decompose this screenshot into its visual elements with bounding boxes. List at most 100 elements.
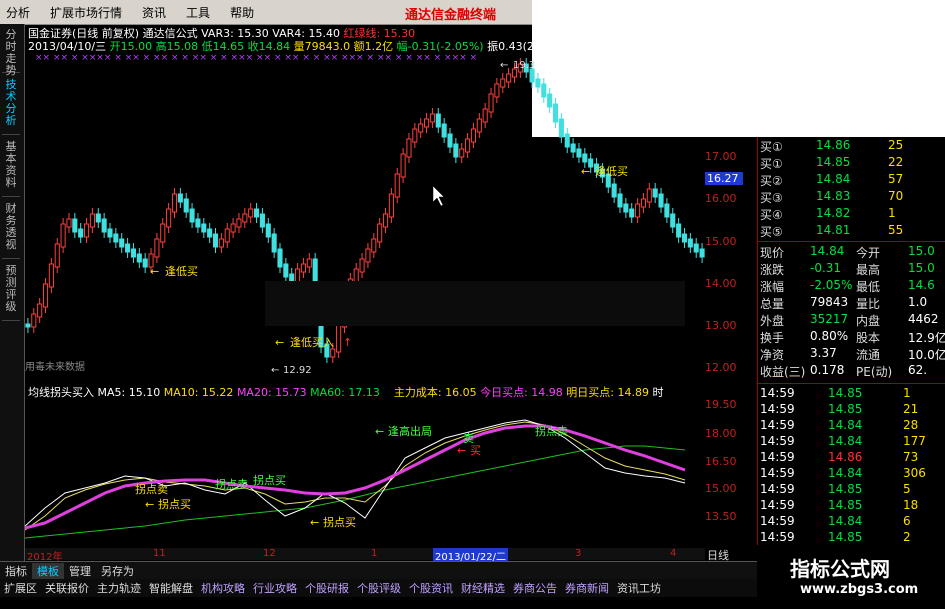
func-finance-picks[interactable]: 财经精选	[457, 580, 509, 596]
menu-tools[interactable]: 工具	[180, 4, 224, 21]
turn-sell-label-1: 拐点卖	[135, 482, 168, 496]
candle-body	[676, 223, 682, 238]
tick-price: 14.84	[828, 434, 863, 448]
ind-axis-1350: 13.50	[705, 510, 737, 523]
func-broker-news[interactable]: 券商新闻	[561, 580, 613, 596]
menu-analysis[interactable]: 分析	[0, 4, 44, 21]
order-book-row: 买② 14.84 57	[758, 172, 945, 188]
candle-body	[154, 238, 160, 258]
candle-body	[300, 263, 306, 273]
tab-intraday[interactable]: 分时走势	[2, 26, 20, 77]
stats-row: 涨幅 -2.05% 最低 14.6	[758, 278, 945, 294]
svg-text:←: ←	[145, 498, 154, 511]
candle-body	[42, 283, 49, 308]
stats-row: 外盘 35217 内盘 4462	[758, 312, 945, 328]
tab-fundamentals[interactable]: 基本资料	[2, 138, 20, 197]
candle-body	[183, 198, 189, 213]
order-book-row: 买⑤ 14.81 55	[758, 223, 945, 239]
menu-extended-market[interactable]: 扩展市场行情	[44, 4, 136, 21]
left-tab-bar: 分时走势 技术分析 基本资料 财务透视 预测评级	[0, 24, 25, 561]
candle-body	[66, 218, 72, 228]
tick-time: 14:59	[760, 514, 795, 528]
func-extension[interactable]: 扩展区	[0, 580, 41, 596]
candle-body	[693, 243, 699, 253]
candle-body	[259, 213, 265, 228]
candle-body	[617, 193, 623, 208]
func-industry[interactable]: 行业攻略	[249, 580, 301, 596]
tick-row: 14:59 14.85 1	[758, 386, 945, 402]
order-price: 14.86	[816, 138, 851, 152]
candle-body	[84, 223, 90, 238]
tab-rating[interactable]: 预测评级	[2, 262, 20, 321]
order-level-label: 买③	[760, 191, 783, 205]
func-stock-news[interactable]: 个股资讯	[405, 580, 457, 596]
svg-text:×× ×× × ×××× × ×× × ××: ×× ×× × ×××× × ×× × ×× × × ×× × × ××× ××…	[35, 53, 477, 63]
candle-body	[646, 188, 652, 203]
tick-time: 14:59	[760, 434, 795, 448]
price-axis-14: 14.00	[705, 277, 737, 290]
menu-news[interactable]: 资讯	[136, 4, 180, 21]
order-level-label: 买④	[760, 208, 783, 222]
tab-technical[interactable]: 技术分析	[2, 76, 20, 135]
candle-body	[125, 243, 131, 253]
tab-template[interactable]: 模板	[32, 562, 64, 579]
candle-body	[113, 233, 119, 243]
candle-body	[365, 248, 371, 263]
func-stock-report[interactable]: 个股研报	[301, 580, 353, 596]
candle-body	[166, 208, 172, 228]
func-related-quote[interactable]: 关联报价	[41, 580, 93, 596]
candle-body	[201, 223, 207, 233]
candle-body	[218, 238, 224, 248]
func-smart-analysis[interactable]: 智能解盘	[145, 580, 197, 596]
ind-axis-1800: 18.00	[705, 427, 737, 440]
candle-body	[623, 203, 629, 213]
func-stock-rating[interactable]: 个股评级	[353, 580, 405, 596]
tab-manage[interactable]: 管理	[64, 563, 96, 579]
tab-indicator[interactable]: 指标	[0, 563, 32, 579]
tick-volume: 73	[903, 450, 919, 464]
turn-buy-label-3: 拐点买	[323, 515, 356, 529]
func-institution[interactable]: 机构攻略	[197, 580, 249, 596]
date-tick-4: 4	[670, 548, 677, 559]
buy-label-3: 逢低买	[595, 165, 628, 178]
func-info-workshop[interactable]: 资讯工坊	[613, 580, 665, 596]
tick-time: 14:59	[760, 466, 795, 480]
stat-value: 0.178	[810, 363, 845, 377]
stat-value: 15.0	[908, 261, 935, 275]
svg-text:←: ←	[500, 60, 508, 71]
tick-row: 14:59 14.85 2	[758, 530, 945, 546]
stats-row: 现价 14.84 今开 15.0	[758, 244, 945, 260]
stats-row: 涨跌 -0.31 最高 15.0	[758, 261, 945, 277]
candle-body	[635, 203, 641, 218]
brand-title: 通达信金融终端	[405, 8, 497, 23]
candle-body	[406, 138, 412, 158]
candle-body	[236, 218, 242, 228]
stat-value: 1.0	[908, 295, 928, 309]
candle-body	[435, 113, 441, 128]
order-level-label: 买②	[760, 174, 783, 188]
candle-body	[37, 303, 43, 318]
candle-body	[482, 108, 488, 123]
candle-body	[558, 118, 564, 138]
candle-body	[212, 233, 219, 248]
tick-row: 14:59 14.84 28	[758, 418, 945, 434]
candle-body	[107, 228, 113, 238]
order-volume: 1	[888, 206, 896, 220]
stat-label: 今开	[856, 246, 881, 260]
bottom-tab-bar: 指标 模板 管理 另存为	[0, 561, 757, 579]
stat-value: 14.84	[810, 244, 845, 258]
func-broker-notice[interactable]: 券商公告	[509, 580, 561, 596]
tick-volume: 2	[903, 530, 911, 544]
candle-body	[670, 213, 676, 228]
ma-indicator-chart[interactable]: ← 逢高出局 卖 ← 买 拐点卖 拐点卖 ← 拐点买 拐点卖 拐点买 ← 拐点买	[25, 398, 705, 548]
tab-save-as[interactable]: 另存为	[96, 563, 139, 579]
stat-label: 最高	[856, 263, 881, 277]
stat-value: 3.37	[810, 346, 837, 360]
price-axis-13: 13.00	[705, 319, 737, 332]
tab-finance[interactable]: 财务透视	[2, 200, 20, 259]
candle-body	[371, 238, 377, 253]
candle-body	[681, 233, 688, 243]
menu-help[interactable]: 帮助	[224, 4, 268, 21]
func-main-track[interactable]: 主力轨迹	[93, 580, 145, 596]
svg-text:←: ←	[271, 365, 279, 376]
